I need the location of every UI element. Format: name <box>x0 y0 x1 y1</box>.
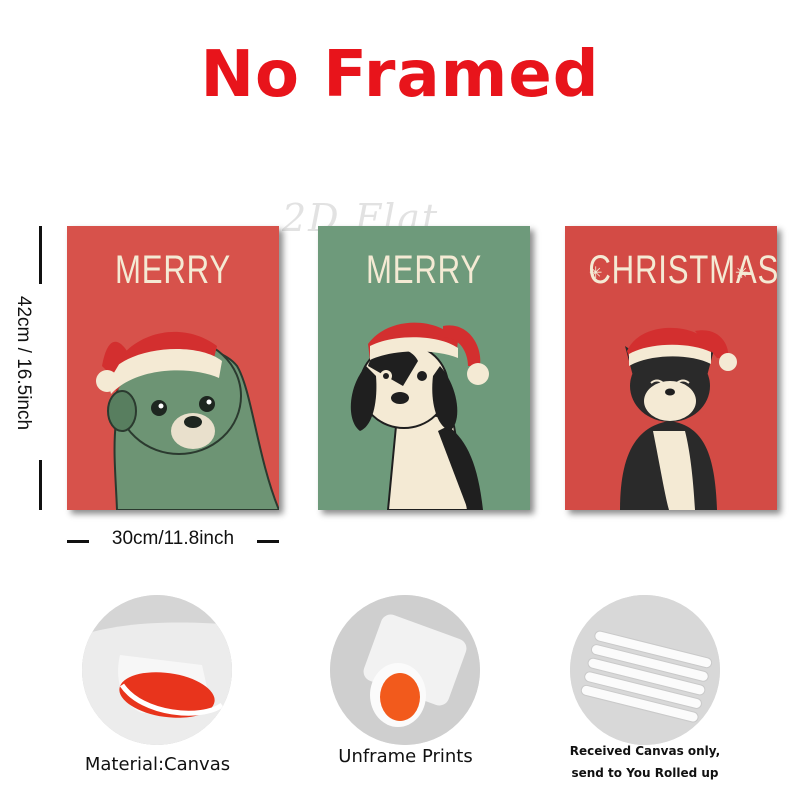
caption-line: send to You Rolled up <box>571 766 719 780</box>
feature-caption-material: Material:Canvas <box>84 754 231 775</box>
caption-line: Received Canvas only, <box>569 744 721 758</box>
dimension-bar <box>257 540 279 543</box>
rolled-print-photo <box>330 595 480 745</box>
headline: No Framed <box>200 38 600 112</box>
canvas-roll-photo <box>82 595 232 745</box>
feature-caption-unframe: Unframe Prints <box>338 746 473 767</box>
dimension-bar <box>39 226 42 284</box>
dimension-bar <box>67 540 89 543</box>
width-label: 30cm/11.8inch <box>111 528 235 549</box>
poster-title: MERRY <box>114 248 232 292</box>
feature-caption-rolled: Received Canvas only, send to You Rolled… <box>565 740 725 784</box>
height-label: 42cm / 16.5inch <box>13 295 34 431</box>
poster-christmas-cat: CHRISTMAS ✳ ✳ <box>565 226 780 510</box>
packaged-rolls-icon <box>570 595 720 745</box>
poster-title: CHRISTMAS <box>588 248 780 292</box>
poster-title: MERRY <box>365 248 483 292</box>
poster-merry-pug: MERRY <box>67 226 279 510</box>
poster-merry-dog: MERRY <box>318 226 530 510</box>
width-dimension-indicator: 30cm/11.8inch <box>67 528 279 552</box>
dimension-bar <box>39 460 42 510</box>
canvas-roll-icon <box>82 595 232 745</box>
rolled-print-icon <box>330 595 480 745</box>
packaged-rolls-photo <box>570 595 720 745</box>
